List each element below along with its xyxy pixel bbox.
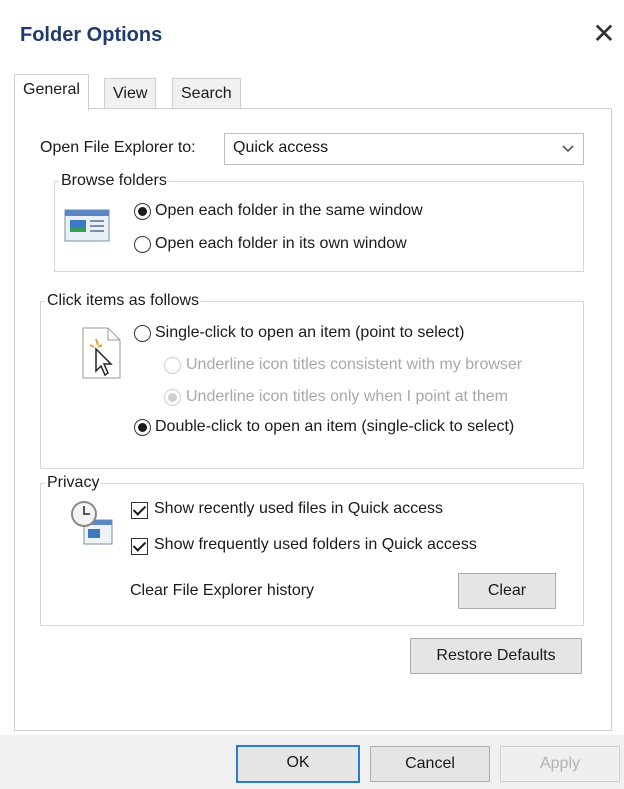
frequent-folders-label: Show frequently used folders in Quick ac… bbox=[154, 536, 477, 553]
tab-view[interactable]: View bbox=[104, 78, 157, 109]
option-double-click-label: Double-click to open an item (single-cli… bbox=[155, 418, 515, 435]
window-layout-icon bbox=[64, 207, 110, 248]
close-icon[interactable]: ✕ bbox=[584, 14, 624, 54]
sub-underline-browser-label: Underline icon titles consistent with my… bbox=[186, 356, 523, 373]
tab-strip: General View Search bbox=[14, 74, 614, 111]
open-to-value: Quick access bbox=[233, 139, 329, 156]
browse-folders-legend: Browse folders bbox=[61, 172, 167, 189]
sub-underline-point-label: Underline icon titles only when I point … bbox=[186, 388, 508, 405]
click-items-legend: Click items as follows bbox=[47, 292, 200, 309]
radio-single-click[interactable] bbox=[134, 325, 151, 342]
clear-history-label: Clear File Explorer history bbox=[130, 582, 315, 599]
option-same-window-label: Open each folder in the same window bbox=[155, 202, 423, 219]
open-to-label: Open File Explorer to: bbox=[40, 139, 196, 156]
title-bar: Folder Options ✕ bbox=[0, 0, 624, 66]
tab-general[interactable]: General bbox=[14, 74, 89, 111]
open-to-dropdown[interactable]: Quick access bbox=[224, 133, 584, 165]
cancel-button[interactable]: Cancel bbox=[370, 746, 490, 782]
option-own-window-label: Open each folder in its own window bbox=[155, 235, 407, 252]
tab-search[interactable]: Search bbox=[172, 78, 241, 109]
privacy-legend: Privacy bbox=[47, 474, 100, 491]
clock-document-icon bbox=[70, 500, 116, 555]
checkbox-recent-files[interactable] bbox=[131, 502, 148, 519]
radio-double-click[interactable] bbox=[134, 419, 151, 436]
restore-defaults-button[interactable]: Restore Defaults bbox=[410, 638, 582, 674]
browse-folders-group: Browse folders bbox=[54, 172, 584, 272]
ok-button[interactable]: OK bbox=[236, 745, 360, 783]
radio-underline-browser bbox=[164, 357, 181, 374]
radio-same-window[interactable] bbox=[134, 203, 151, 220]
radio-own-window[interactable] bbox=[134, 236, 151, 253]
pointer-cursor-icon bbox=[80, 325, 124, 386]
window-title: Folder Options bbox=[20, 24, 163, 46]
clear-button[interactable]: Clear bbox=[458, 573, 556, 609]
recent-files-label: Show recently used files in Quick access bbox=[154, 500, 444, 517]
apply-button: Apply bbox=[500, 746, 620, 782]
radio-underline-point bbox=[164, 389, 181, 406]
chevron-down-icon bbox=[561, 138, 575, 161]
checkbox-frequent-folders[interactable] bbox=[131, 538, 148, 555]
option-single-click-label: Single-click to open an item (point to s… bbox=[155, 324, 465, 341]
